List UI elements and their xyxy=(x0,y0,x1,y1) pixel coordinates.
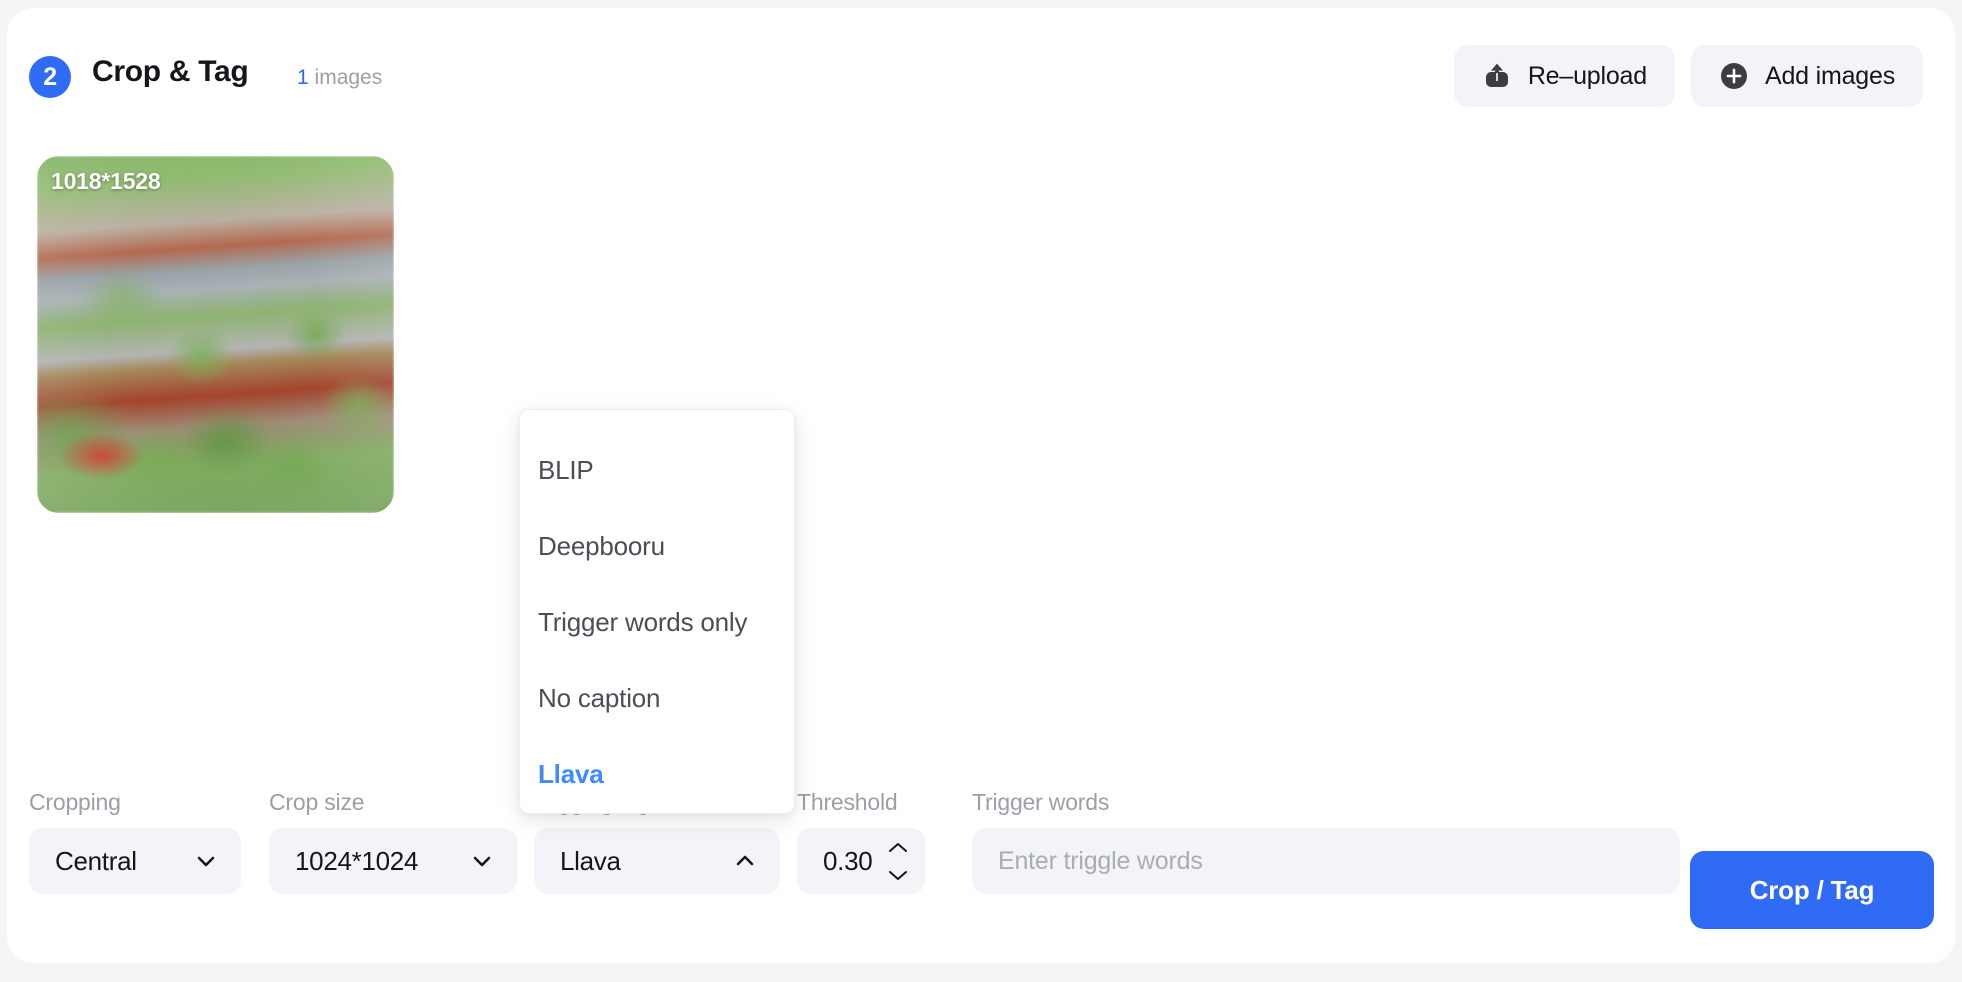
page-title: Crop & Tag xyxy=(92,55,249,88)
trigger-words-field: Trigger words xyxy=(972,789,1680,894)
image-count-number: 1 xyxy=(297,66,309,89)
controls-bar: Cropping Central Crop size 1024*1024 Lla… xyxy=(7,789,1955,929)
threshold-value: 0.30 xyxy=(823,845,873,876)
crop-size-label: Crop size xyxy=(269,789,365,815)
threshold-stepper[interactable]: 0.30 xyxy=(797,828,925,894)
add-images-button[interactable]: Add images xyxy=(1690,45,1923,107)
step-number-badge: 2 xyxy=(29,56,71,98)
plus-circle-icon xyxy=(1719,61,1749,91)
crop-and-tag-card: 2 Crop & Tag 1 images Re–upload Add imag… xyxy=(7,8,1955,963)
re-upload-label: Re–upload xyxy=(1527,61,1647,90)
crop-size-select[interactable]: 1024*1024 xyxy=(269,828,517,894)
dropdown-option-no-caption[interactable]: No caption xyxy=(520,660,794,736)
crop-tag-submit-button[interactable]: Crop / Tag xyxy=(1690,851,1934,929)
cropping-label: Cropping xyxy=(29,789,121,815)
threshold-increment-button[interactable] xyxy=(885,839,911,855)
image-count-label: images xyxy=(314,66,383,89)
tagging-algorithm-dropdown-menu: BLIP Deepbooru Trigger words only No cap… xyxy=(519,409,795,814)
threshold-label: Threshold xyxy=(797,789,898,815)
cropping-select[interactable]: Central xyxy=(29,828,241,894)
add-images-label: Add images xyxy=(1764,61,1895,90)
cropping-field: Cropping Central xyxy=(29,789,241,894)
threshold-field: Threshold 0.30 xyxy=(797,789,925,894)
thumbnail-vignette xyxy=(37,156,394,513)
panel-header: 2 Crop & Tag 1 images Re–upload Add imag… xyxy=(7,8,1955,118)
dropdown-option-llava[interactable]: Llava xyxy=(520,736,794,812)
image-count: 1 images xyxy=(297,66,382,90)
crop-size-field: Crop size 1024*1024 xyxy=(269,789,517,894)
dropdown-option-blip[interactable]: BLIP xyxy=(520,432,794,508)
image-thumbnail[interactable]: 1018*1528 xyxy=(37,156,394,513)
chevron-down-icon xyxy=(175,848,219,874)
dropdown-option-deepbooru[interactable]: Deepbooru xyxy=(520,508,794,584)
thumbnail-dimensions-badge: 1018*1528 xyxy=(51,168,161,194)
chevron-up-icon xyxy=(714,848,758,874)
crop-size-value: 1024*1024 xyxy=(295,845,419,876)
threshold-stepper-buttons xyxy=(881,828,915,894)
trigger-words-input[interactable] xyxy=(972,828,1680,894)
upload-icon xyxy=(1482,61,1512,91)
tagging-algorithm-value: Llava xyxy=(560,845,621,876)
trigger-words-label: Trigger words xyxy=(972,789,1110,815)
header-actions: Re–upload Add images xyxy=(1453,45,1923,107)
tagging-algorithm-select[interactable]: Llava xyxy=(534,828,780,894)
dropdown-option-trigger-words-only[interactable]: Trigger words only xyxy=(520,584,794,660)
chevron-down-icon xyxy=(451,848,495,874)
re-upload-button[interactable]: Re–upload xyxy=(1453,45,1675,107)
cropping-value: Central xyxy=(55,845,137,876)
threshold-decrement-button[interactable] xyxy=(885,867,911,883)
